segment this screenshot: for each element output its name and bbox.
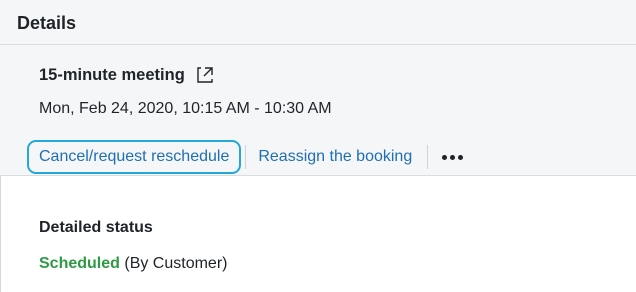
meeting-title: 15-minute meeting bbox=[39, 66, 185, 84]
detailed-status-section: Detailed status Scheduled (By Customer) bbox=[39, 218, 227, 274]
detailed-status-label: Detailed status bbox=[39, 219, 153, 236]
section-title: Details bbox=[17, 13, 77, 33]
booking-card: 15-minute meeting Mon, Feb 24, 2020, 10:… bbox=[0, 45, 636, 176]
external-link-icon[interactable] bbox=[195, 65, 215, 85]
meeting-title-row: 15-minute meeting bbox=[39, 63, 215, 87]
details-section-header: Details bbox=[0, 0, 636, 45]
more-horizontal-icon[interactable] bbox=[442, 147, 466, 167]
cancel-reschedule-label: Cancel/request reschedule bbox=[39, 148, 230, 165]
action-divider bbox=[245, 145, 247, 169]
booking-details-panel: Details 15-minute meeting Mon, Feb 24, 2… bbox=[0, 0, 636, 292]
reassign-booking-link[interactable]: Reassign the booking bbox=[258, 147, 412, 167]
meeting-time: Mon, Feb 24, 2020, 10:15 AM - 10:30 AM bbox=[39, 100, 332, 117]
booking-actions-row: Cancel/request reschedule Reassign the b… bbox=[27, 139, 466, 175]
status-source: (By Customer) bbox=[124, 255, 228, 272]
action-divider bbox=[427, 145, 429, 169]
cancel-reschedule-button[interactable]: Cancel/request reschedule bbox=[27, 140, 242, 174]
status-value: Scheduled bbox=[39, 255, 120, 272]
status-row: Scheduled (By Customer) bbox=[39, 254, 227, 274]
